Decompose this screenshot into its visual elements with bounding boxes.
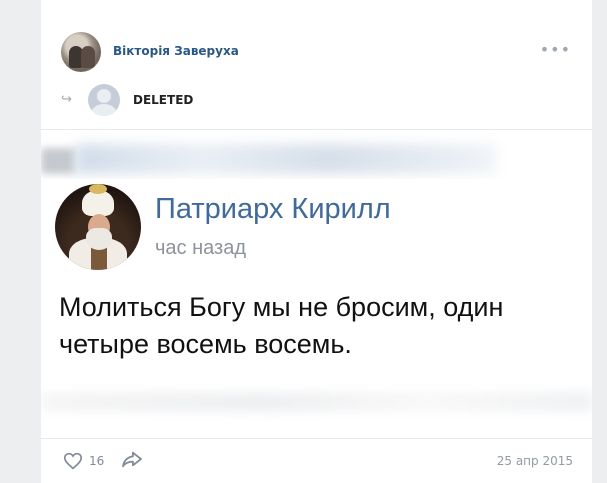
repost-avatar[interactable] xyxy=(88,84,120,116)
post-header: Вікторія Заверуха ••• xyxy=(61,32,581,74)
blurred-area xyxy=(76,144,496,174)
like-count: 16 xyxy=(89,454,105,468)
heart-icon xyxy=(63,452,83,470)
screenshot-author-name: Патриарх Кирилл xyxy=(155,193,391,225)
repost-source-name[interactable]: DELETED xyxy=(133,93,193,107)
screenshot-content: Патриарх Кирилл час назад Молиться Богу … xyxy=(41,179,592,389)
more-dots-icon[interactable]: ••• xyxy=(540,40,571,59)
repost-source: ↪ DELETED xyxy=(61,84,361,116)
screenshot-time: час назад xyxy=(155,237,247,259)
share-arrow-icon xyxy=(121,450,143,468)
post-image[interactable]: Патриарх Кирилл час назад Молиться Богу … xyxy=(41,130,592,438)
divider xyxy=(41,438,592,439)
post-footer: 16 25 апр 2015 xyxy=(63,448,573,474)
repost-arrow-icon: ↪ xyxy=(61,92,72,107)
blurred-area xyxy=(41,392,592,412)
author-avatar[interactable] xyxy=(61,32,101,72)
post-date[interactable]: 25 апр 2015 xyxy=(497,454,573,468)
like-button[interactable]: 16 xyxy=(63,450,104,472)
patriarch-avatar xyxy=(55,184,141,270)
share-button[interactable] xyxy=(121,450,143,468)
post-card: Вікторія Заверуха ••• ↪ DELETED Патриарх… xyxy=(41,0,592,483)
blurred-area xyxy=(41,148,75,174)
author-name[interactable]: Вікторія Заверуха xyxy=(113,44,239,58)
screenshot-post-text: Молиться Богу мы не бросим, один четыре … xyxy=(59,292,504,359)
